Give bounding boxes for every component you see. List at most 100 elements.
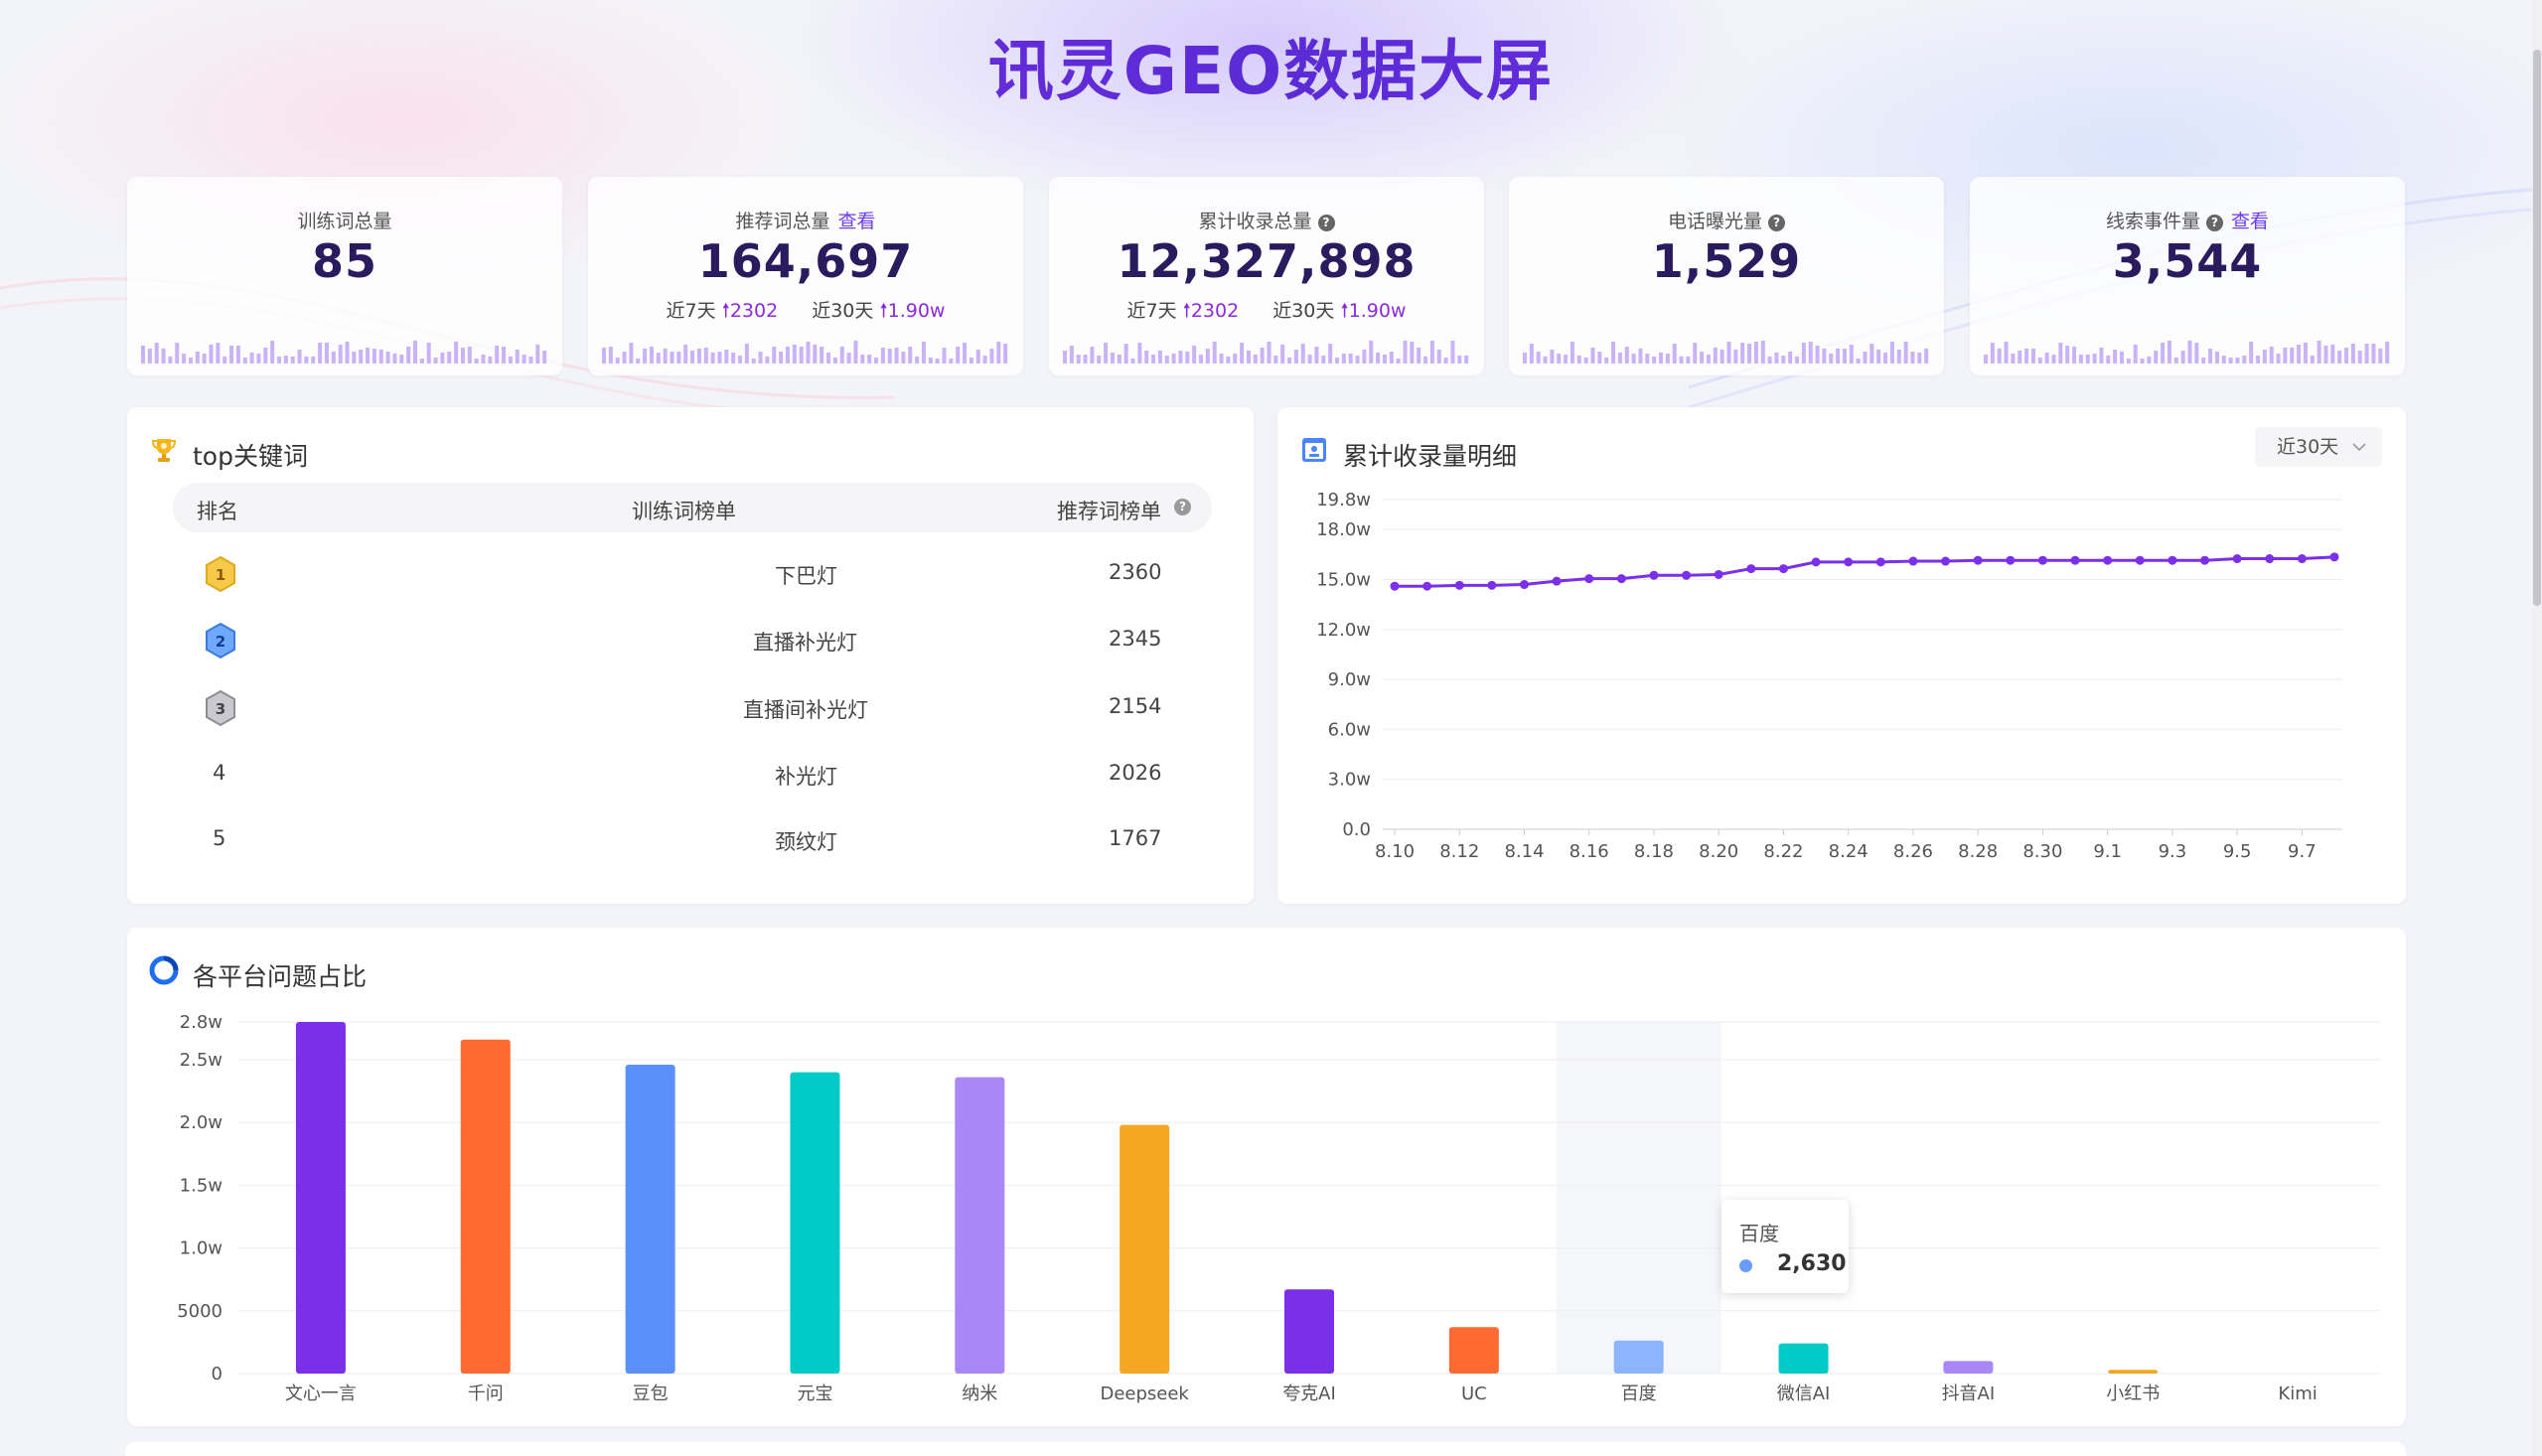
sparkline-bar (656, 353, 661, 364)
trend-label-30d: 近30天 (812, 300, 874, 322)
sparkline-bar (860, 355, 865, 364)
sparkline-bar (1144, 351, 1149, 364)
data-point[interactable] (1552, 576, 1562, 586)
sparkline-bar (703, 348, 708, 364)
data-point[interactable] (1616, 574, 1626, 584)
data-point[interactable] (1746, 564, 1756, 574)
data-point[interactable] (1649, 570, 1659, 580)
data-point[interactable] (1519, 580, 1529, 590)
data-point[interactable] (1584, 574, 1594, 584)
data-point[interactable] (1941, 556, 1951, 566)
sparkline-bar (1205, 349, 1210, 364)
data-point[interactable] (1682, 570, 1692, 580)
data-point[interactable] (2135, 555, 2145, 565)
data-point[interactable] (1811, 557, 1821, 567)
sparkline-bar (175, 343, 180, 364)
sparkline-bar (1917, 353, 1922, 364)
bar[interactable] (1448, 1327, 1499, 1374)
sparkline-bar (188, 358, 193, 364)
sparkline-bar (1693, 343, 1698, 364)
sparkline-bar (2323, 346, 2328, 364)
sparkline-bar (1212, 342, 1217, 364)
bar[interactable] (790, 1072, 840, 1374)
data-point[interactable] (1875, 557, 1885, 567)
view-link[interactable]: 查看 (2231, 211, 2269, 232)
help-icon[interactable]: ? (1768, 215, 1785, 231)
sparkline-bar (982, 356, 987, 364)
sparkline-bar (1822, 349, 1827, 364)
sparkline-bar (1842, 349, 1847, 364)
data-point[interactable] (1714, 569, 1723, 579)
sparkline-bar (141, 346, 145, 364)
sparkline-bar (956, 347, 961, 364)
help-icon[interactable]: ? (1174, 499, 1191, 515)
x-tick-label: UC (1461, 1383, 1487, 1404)
sparkline-bar (2147, 357, 2152, 364)
data-point[interactable] (2265, 554, 2275, 564)
page-scrollbar[interactable] (2532, 0, 2542, 1456)
sparkline-bar (1713, 348, 1718, 364)
sparkline-bar (731, 353, 736, 364)
sparkline-bar (2167, 341, 2171, 364)
data-point[interactable] (2103, 555, 2113, 565)
stat-value: 85 (311, 234, 377, 288)
blue-medal-icon: 2 (206, 622, 235, 659)
data-point[interactable] (2006, 555, 2016, 565)
bar[interactable] (625, 1064, 675, 1374)
data-point[interactable] (2297, 554, 2307, 564)
sparkline-bar (2297, 345, 2302, 364)
data-point[interactable] (1454, 580, 1464, 590)
data-point[interactable] (1844, 557, 1854, 567)
data-point[interactable] (1908, 556, 1918, 566)
data-point[interactable] (2329, 552, 2339, 562)
bar[interactable] (1120, 1124, 1170, 1374)
sparkline-bar (1382, 355, 1387, 364)
sparkline-bar (474, 359, 479, 364)
sparkline-bar (1464, 356, 1469, 364)
sparkline-bar (406, 347, 411, 364)
data-point[interactable] (1390, 581, 1400, 591)
bar[interactable] (1943, 1361, 1994, 1374)
bar[interactable] (460, 1039, 511, 1374)
data-point[interactable] (2168, 555, 2177, 565)
bar[interactable] (295, 1022, 346, 1374)
sparkline-bar (2161, 343, 2166, 364)
sparkline-bar (1788, 352, 1793, 364)
sparkline-bar (2371, 344, 2376, 364)
bar[interactable] (1778, 1343, 1829, 1374)
bar[interactable] (955, 1077, 1005, 1374)
scrollbar-thumb[interactable] (2533, 50, 2541, 606)
sparkline-bar (622, 352, 627, 364)
sparkline-bar (744, 344, 749, 364)
sparkline-bar (710, 353, 715, 364)
sparkline-bar (2133, 345, 2138, 364)
bar[interactable] (2108, 1370, 2159, 1374)
sparkline-bar (1733, 350, 1738, 364)
data-point[interactable] (2037, 555, 2047, 565)
rank-number: 4 (213, 761, 226, 785)
sparkline-bar (1253, 355, 1258, 364)
data-point[interactable] (2070, 555, 2080, 565)
data-point[interactable] (1422, 581, 1432, 591)
help-icon[interactable]: ? (2206, 215, 2223, 231)
sparkline-bar (2337, 351, 2342, 364)
keyword-count: 1767 (1109, 826, 1162, 850)
bar[interactable] (1613, 1340, 1664, 1374)
x-tick-label: 9.1 (2093, 841, 2122, 862)
data-point[interactable] (1973, 555, 1983, 565)
bar[interactable] (1284, 1289, 1334, 1374)
data-point[interactable] (2200, 555, 2210, 565)
sparkline-bar (331, 352, 336, 364)
data-point[interactable] (2232, 554, 2242, 564)
data-point[interactable] (1487, 580, 1497, 590)
data-point[interactable] (1778, 564, 1788, 574)
help-icon[interactable]: ? (1317, 215, 1335, 231)
sparkline-bar (1423, 357, 1428, 364)
sparkline-bar (826, 353, 831, 364)
view-link[interactable]: 查看 (838, 211, 876, 232)
sparkline-bar (1883, 353, 1888, 364)
sparkline-bar (1003, 344, 1008, 364)
sparkline-bar (154, 343, 159, 364)
sparkline-bar (772, 347, 777, 364)
trend-up-7d: 🠕2302 (1183, 300, 1240, 322)
